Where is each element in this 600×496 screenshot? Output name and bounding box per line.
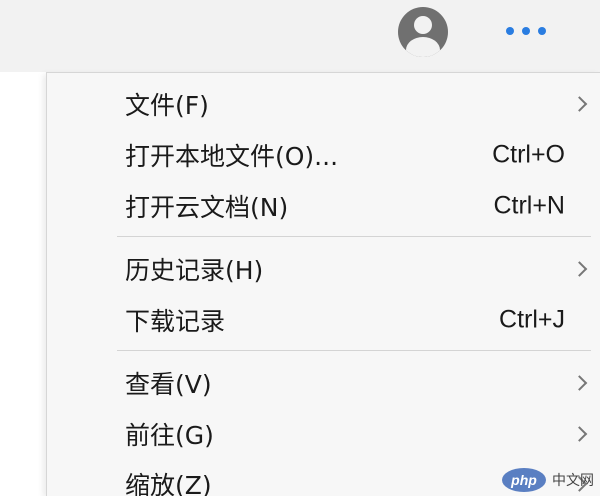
chevron-right-icon <box>571 426 588 442</box>
avatar-body-shape <box>406 37 440 57</box>
menu-item-shortcut: Ctrl+O <box>492 140 565 169</box>
watermark-logo: php <box>502 468 546 492</box>
more-dot-icon <box>506 27 514 35</box>
menu-item-open-local-file[interactable]: 打开本地文件(O)... Ctrl+O <box>47 130 600 180</box>
chevron-right-icon <box>571 261 588 277</box>
menu-item-open-cloud-doc[interactable]: 打开云文档(N) Ctrl+N <box>47 181 600 231</box>
more-dot-icon <box>538 27 546 35</box>
chevron-right-icon <box>571 96 588 112</box>
menu-item-label: 前往(G) <box>125 421 214 450</box>
menu-item-go[interactable]: 前往(G) <box>47 409 600 459</box>
menu-item-shortcut: Ctrl+N <box>493 191 565 220</box>
chevron-right-icon <box>571 375 588 391</box>
more-dot-icon <box>522 27 530 35</box>
more-options-button[interactable] <box>496 14 556 48</box>
menu-item-label: 文件(F) <box>125 91 209 120</box>
menu-item-shortcut: Ctrl+J <box>499 305 565 334</box>
menu-item-label: 下载记录 <box>125 307 226 336</box>
user-avatar-icon[interactable] <box>398 7 448 57</box>
screen: 文件(F) 打开本地文件(O)... Ctrl+O 打开云文档(N) Ctrl+… <box>0 0 600 496</box>
menu-item-history[interactable]: 历史记录(H) <box>47 244 600 294</box>
menu-item-label: 历史记录(H) <box>125 256 264 285</box>
top-bar <box>0 0 600 72</box>
menu-separator <box>117 350 591 351</box>
menu-item-file[interactable]: 文件(F) <box>47 79 600 129</box>
menu-item-label: 打开云文档(N) <box>125 193 289 222</box>
watermark-text: 中文网 <box>552 473 594 489</box>
site-watermark: php 中文网 <box>502 468 594 492</box>
avatar-head-shape <box>414 16 432 34</box>
menu-separator <box>117 236 591 237</box>
menu-item-view[interactable]: 查看(V) <box>47 358 600 408</box>
menu-item-label: 缩放(Z) <box>125 471 212 496</box>
menu-item-label: 查看(V) <box>125 370 212 399</box>
page-content-area <box>0 72 46 496</box>
dropdown-menu: 文件(F) 打开本地文件(O)... Ctrl+O 打开云文档(N) Ctrl+… <box>46 72 600 496</box>
menu-item-downloads[interactable]: 下载记录 Ctrl+J <box>47 295 600 345</box>
menu-item-label: 打开本地文件(O)... <box>125 142 339 171</box>
